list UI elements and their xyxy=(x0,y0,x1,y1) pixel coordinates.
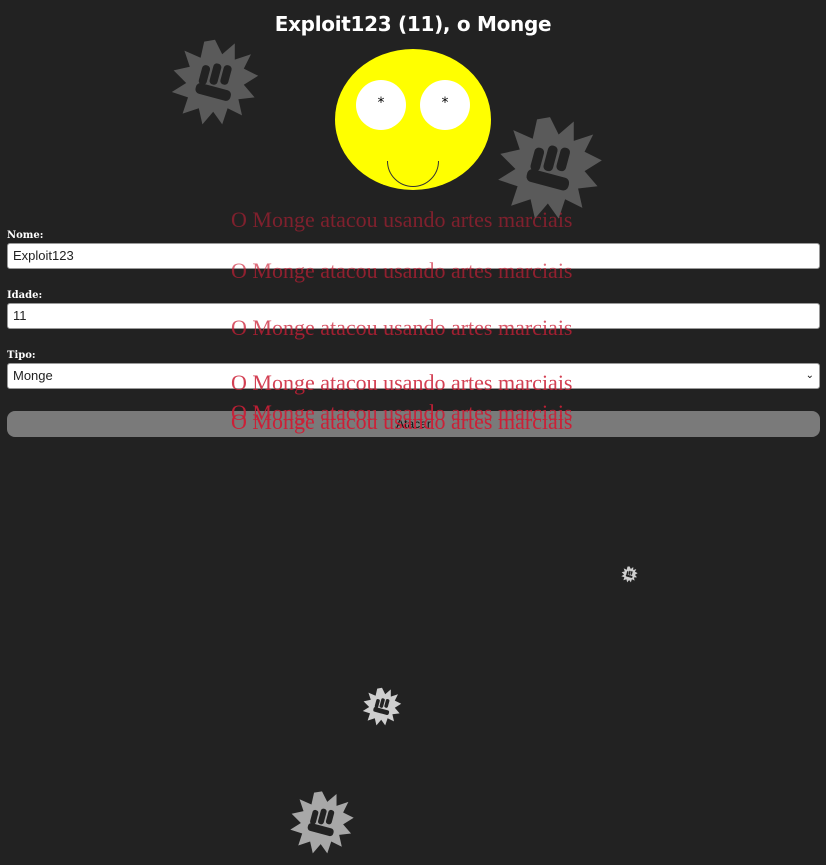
fist-burst-icon xyxy=(362,687,402,726)
type-label: Tipo: xyxy=(7,350,36,361)
left-eye: * xyxy=(356,80,406,130)
age-input[interactable]: 11 xyxy=(7,303,820,329)
type-select[interactable]: Monge xyxy=(7,363,820,389)
left-eye-pupil: * xyxy=(377,95,385,111)
fist-burst-icon xyxy=(498,117,602,219)
chevron-down-icon: ⌄ xyxy=(805,370,814,381)
age-label: Idade: xyxy=(7,290,43,301)
fist-burst-icon xyxy=(621,566,638,583)
mouth xyxy=(387,161,439,189)
attack-button[interactable]: Atacar xyxy=(7,411,820,437)
fist-burst-icon xyxy=(290,791,354,854)
fist-burst-icon xyxy=(171,39,259,125)
page-title: Exploit123 (11), o Monge xyxy=(274,12,552,36)
character-form: Nome: Exploit123 Idade: 11 Tipo: Monge ⌄ xyxy=(7,228,820,389)
name-input[interactable]: Exploit123 xyxy=(7,243,820,269)
name-label: Nome: xyxy=(7,230,44,241)
right-eye: * xyxy=(420,80,470,130)
character-face: * * xyxy=(335,49,491,190)
right-eye-pupil: * xyxy=(441,95,449,111)
